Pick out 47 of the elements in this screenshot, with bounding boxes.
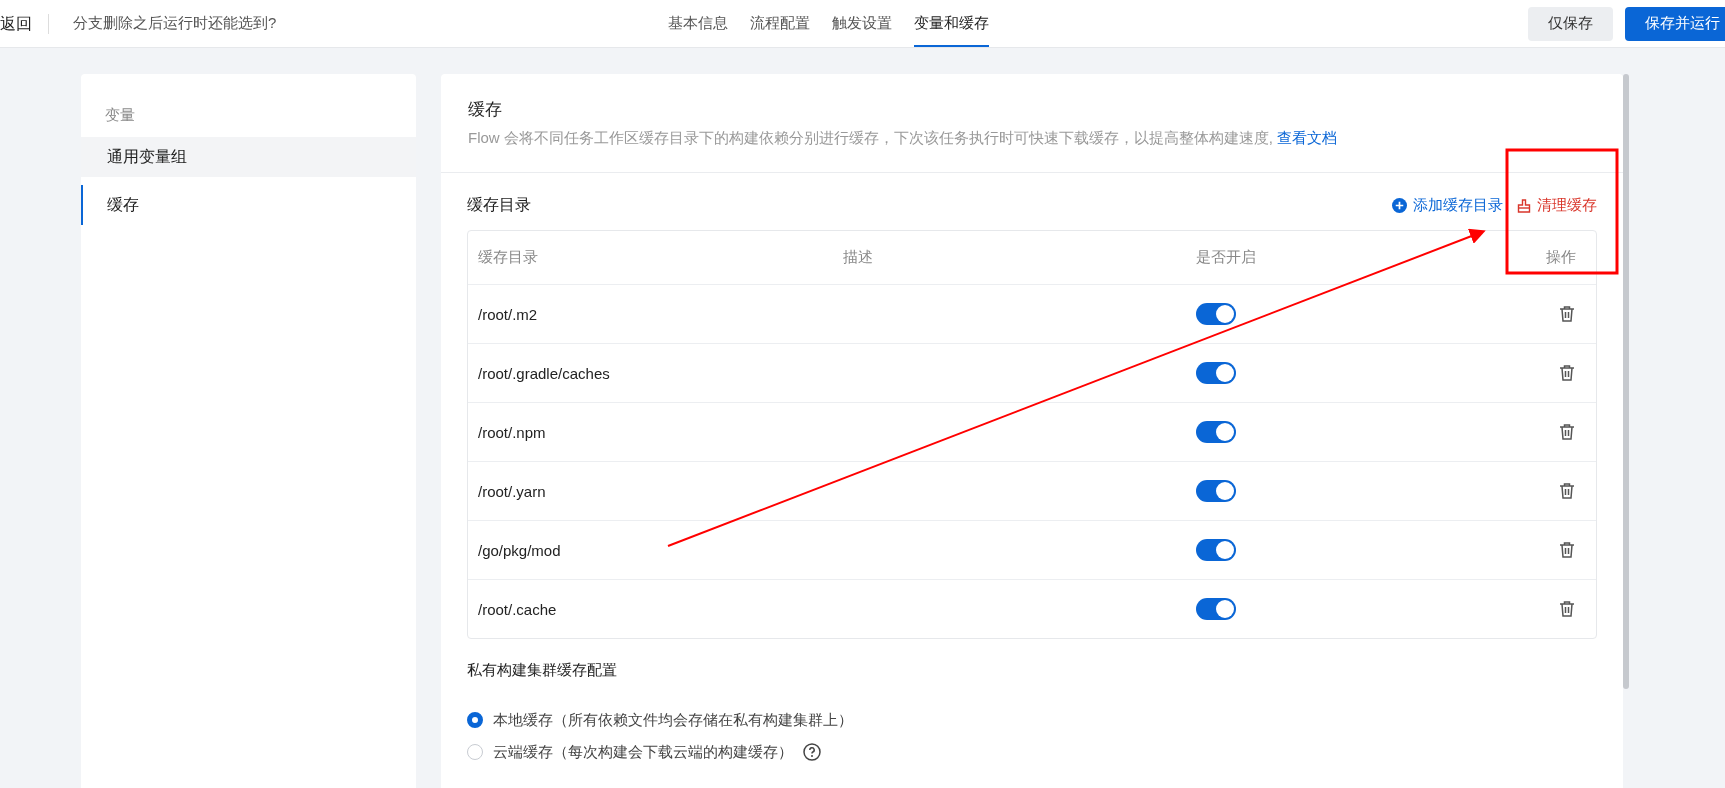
- plus-circle-icon: [1392, 198, 1407, 213]
- scrollbar[interactable]: [1623, 74, 1629, 689]
- nav-tab[interactable]: 基本信息: [668, 0, 728, 47]
- table-cell-text: /root/.cache: [478, 600, 558, 618]
- toggle-switch[interactable]: [1196, 362, 1236, 384]
- trash-icon[interactable]: [1558, 423, 1576, 441]
- subsection-title: 缓存目录: [467, 195, 531, 215]
- trash-icon[interactable]: [1558, 305, 1576, 323]
- trash-icon[interactable]: [1558, 541, 1576, 559]
- table-cell-text: /root/.npm: [478, 423, 547, 441]
- nav-tab[interactable]: 流程配置: [750, 0, 810, 47]
- column-header: 缓存目录: [478, 248, 539, 267]
- radio-label[interactable]: 云端缓存（每次构建会下载云端的构建缓存）: [493, 742, 793, 762]
- back-link[interactable]: 返回: [0, 13, 49, 34]
- sidebar-item[interactable]: 通用变量组: [81, 137, 416, 177]
- save-and-run-button[interactable]: 保存并运行: [1625, 6, 1725, 41]
- table-cell-text: /root/.m2: [478, 305, 539, 323]
- clear-cache-button[interactable]: 清理缓存: [1517, 196, 1597, 215]
- save-button[interactable]: 仅保存: [1528, 6, 1613, 41]
- pipeline-title: 分支删除之后运行时还能选到?: [73, 14, 277, 33]
- section-title: 缓存: [468, 99, 503, 121]
- trash-icon[interactable]: [1558, 600, 1576, 618]
- table-cell-text: /root/.gradle/caches: [478, 364, 611, 382]
- toggle-switch[interactable]: [1196, 598, 1236, 620]
- docs-link[interactable]: 查看文档: [1277, 129, 1338, 146]
- subsection-title: 私有构建集群缓存配置: [467, 661, 618, 680]
- trash-icon[interactable]: [1558, 364, 1576, 382]
- column-header: 是否开启: [1196, 248, 1257, 267]
- add-cache-dir-button[interactable]: 添加缓存目录: [1392, 196, 1503, 215]
- help-icon[interactable]: [803, 743, 821, 761]
- section-description: Flow 会将不同任务工作区缓存目录下的构建依赖分别进行缓存，下次该任务执行时可快速下载缓存，以提高整体构建速度, 查看文档: [468, 129, 1339, 148]
- column-header: 操作: [1546, 248, 1576, 267]
- nav-tab[interactable]: 触发设置: [832, 0, 892, 47]
- radio-label[interactable]: 本地缓存（所有依赖文件均会存储在私有构建集群上）: [493, 710, 853, 730]
- nav-tab[interactable]: 变量和缓存: [914, 0, 989, 47]
- radio-button[interactable]: [467, 712, 483, 728]
- toggle-switch[interactable]: [1196, 303, 1236, 325]
- trash-icon[interactable]: [1558, 482, 1576, 500]
- brush-icon: [1517, 198, 1531, 213]
- toggle-switch[interactable]: [1196, 480, 1236, 502]
- column-header: 描述: [843, 248, 874, 267]
- toggle-switch[interactable]: [1196, 539, 1236, 561]
- toggle-switch[interactable]: [1196, 421, 1236, 443]
- sidebar-item[interactable]: 缓存: [81, 185, 416, 225]
- table-cell-text: /go/pkg/mod: [478, 541, 562, 559]
- table-cell-text: /root/.yarn: [478, 482, 547, 500]
- sidebar-heading: 变量: [104, 105, 136, 125]
